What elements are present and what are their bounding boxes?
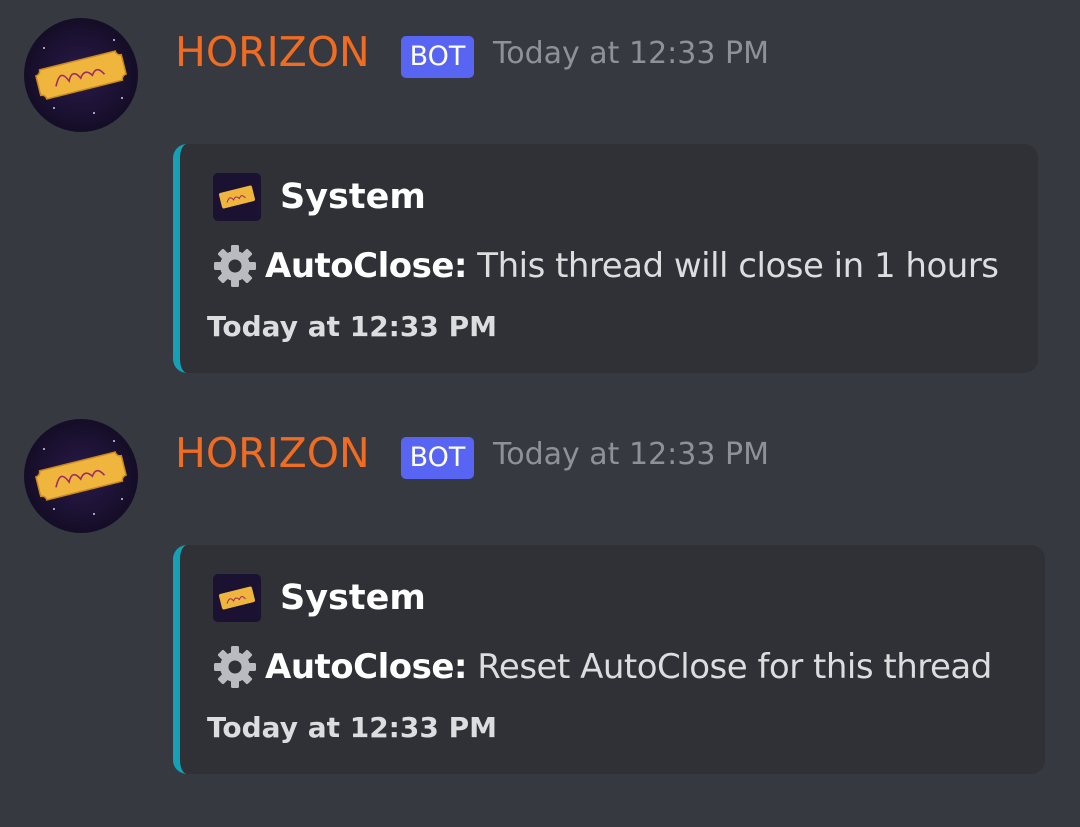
avatar[interactable] — [24, 18, 138, 132]
gear-icon — [214, 245, 256, 287]
gear-icon — [214, 646, 256, 688]
message-timestamp: Today at 12:33 PM — [493, 36, 769, 71]
embed-description-label: AutoClose: — [265, 647, 468, 687]
embed-description-text: AutoClose: This thread will close in 1 h… — [265, 240, 999, 292]
embed: System AutoClose: This thread will close… — [173, 144, 1038, 373]
embed-author-icon — [213, 173, 261, 221]
horizon-ticket-avatar-icon — [24, 419, 138, 533]
embed-footer-timestamp: Today at 12:33 PM — [207, 310, 497, 343]
embed-author-icon — [213, 574, 261, 622]
message-timestamp: Today at 12:33 PM — [493, 437, 769, 472]
bot-badge: BOT — [401, 437, 474, 479]
embed: System AutoClose: Reset AutoClose for th… — [173, 545, 1045, 774]
embed-description-body: This thread will close in 1 hours — [467, 246, 999, 286]
avatar[interactable] — [24, 419, 138, 533]
username[interactable]: HORIZON — [175, 26, 370, 78]
embed-description-text: AutoClose: Reset AutoClose for this thre… — [265, 641, 992, 693]
embed-description-body: Reset AutoClose for this thread — [467, 647, 992, 687]
username[interactable]: HORIZON — [175, 427, 370, 479]
embed-author-name: System — [280, 177, 426, 217]
embed-footer-timestamp: Today at 12:33 PM — [207, 711, 497, 744]
embed-description-label: AutoClose: — [265, 246, 468, 286]
embed-author-name: System — [280, 578, 426, 618]
bot-badge: BOT — [401, 36, 474, 78]
horizon-ticket-avatar-icon — [24, 18, 138, 132]
